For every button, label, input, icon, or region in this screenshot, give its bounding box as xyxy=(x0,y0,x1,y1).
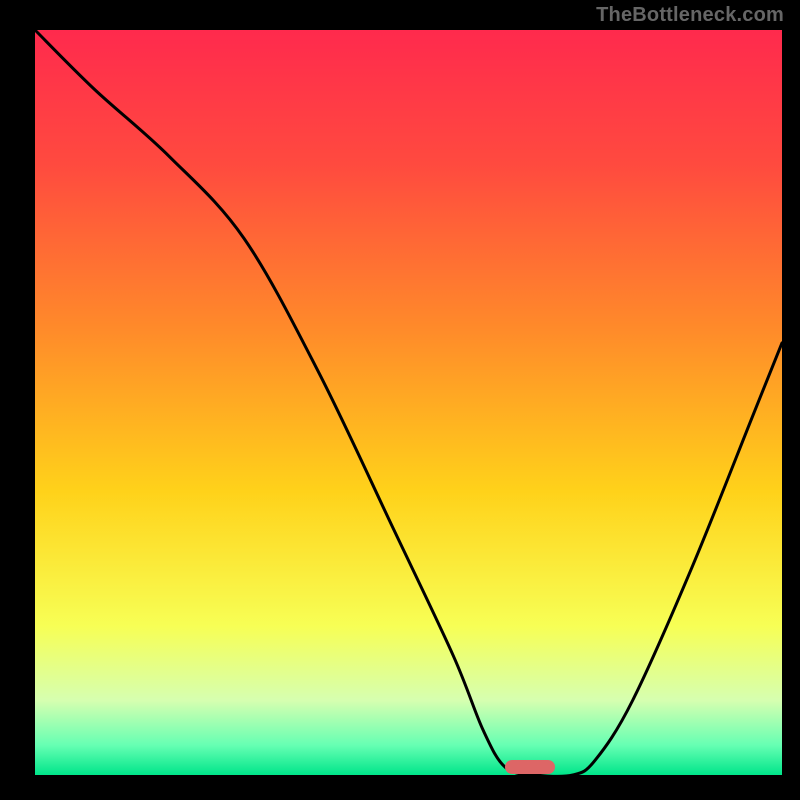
bottleneck-chart xyxy=(0,0,800,800)
optimum-marker xyxy=(505,760,555,774)
plot-area xyxy=(35,30,782,775)
watermark-label: TheBottleneck.com xyxy=(596,4,784,27)
chart-container: TheBottleneck.com xyxy=(0,0,800,800)
